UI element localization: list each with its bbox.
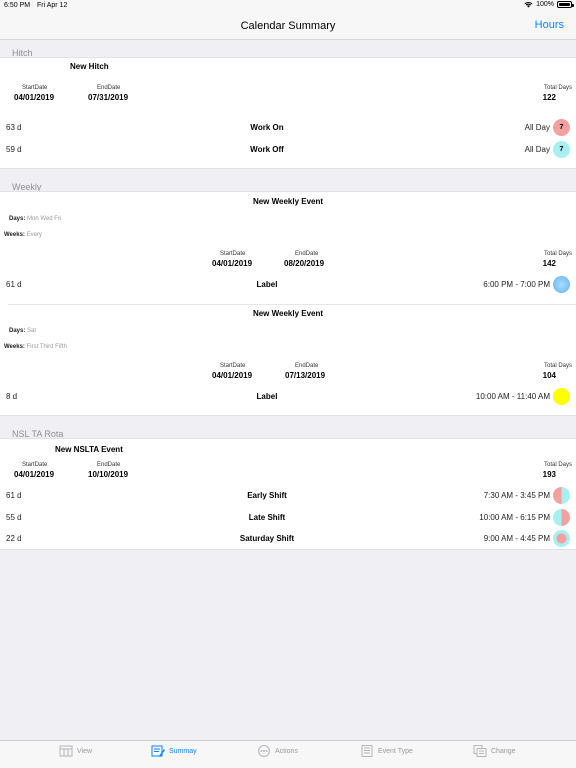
row-time: 7:30 AM - 3:45 PM bbox=[483, 491, 550, 500]
days-line: Days: Mon Wed Fri bbox=[9, 216, 61, 222]
days-value: Sat bbox=[27, 328, 37, 334]
calendar-view-icon bbox=[59, 745, 73, 757]
days-label: Days: bbox=[9, 328, 26, 334]
total-days-value: 104 bbox=[542, 371, 556, 380]
battery-icon bbox=[557, 1, 574, 8]
color-badge: 7 bbox=[553, 119, 570, 136]
summary-edit-icon bbox=[151, 745, 165, 757]
status-right: 100% bbox=[524, 1, 574, 8]
event-name: New Weekly Event bbox=[252, 309, 324, 318]
total-days-value: 142 bbox=[542, 259, 556, 268]
nsl-card: New NSLTA Event StartDate 04/01/2019 End… bbox=[0, 438, 576, 550]
row-count: 22 d bbox=[6, 534, 22, 543]
total-days-value: 122 bbox=[542, 93, 556, 102]
days-label: Days: bbox=[9, 216, 26, 222]
row-label: Early Shift bbox=[247, 491, 287, 500]
row-label: Saturday Shift bbox=[239, 534, 295, 543]
tab-bar: View Summay Actions Event Type Change bbox=[0, 740, 576, 768]
row-time: All Day bbox=[524, 123, 550, 132]
end-date-value: 08/20/2019 bbox=[284, 259, 325, 268]
separator bbox=[8, 304, 576, 305]
start-date-label: StartDate bbox=[220, 251, 246, 257]
weeks-label: Weeks: bbox=[4, 232, 25, 238]
days-line: Days: Sat bbox=[9, 328, 36, 334]
total-days-label: Total Days bbox=[543, 363, 572, 369]
status-bar: 6:50 PM Fri Apr 12 100% bbox=[0, 0, 576, 12]
row-time: 10:00 AM - 6:15 PM bbox=[479, 513, 550, 522]
start-date-label: StartDate bbox=[220, 363, 246, 369]
row-time: All Day bbox=[524, 145, 550, 154]
end-date-label: EndDate bbox=[295, 363, 319, 369]
stacked-docs-icon bbox=[473, 745, 487, 757]
row-label: Work Off bbox=[250, 145, 284, 154]
row-label: Late Shift bbox=[248, 513, 286, 522]
tab-change[interactable]: Change bbox=[473, 745, 516, 757]
shift-split-dot bbox=[553, 487, 570, 504]
row-time: 10:00 AM - 11:40 AM bbox=[475, 392, 550, 401]
ellipsis-circle-icon bbox=[258, 745, 270, 757]
start-date-label: StartDate bbox=[22, 85, 48, 91]
start-date-value: 04/01/2019 bbox=[212, 371, 253, 380]
row-label: Label bbox=[256, 280, 278, 289]
weeks-line: Weeks: First Third Fifth bbox=[4, 344, 67, 350]
weeks-line: Weeks: Every bbox=[4, 232, 42, 238]
start-date-value: 04/01/2019 bbox=[14, 93, 55, 102]
end-date-value: 10/10/2019 bbox=[88, 470, 129, 479]
end-date-value: 07/13/2019 bbox=[285, 371, 326, 380]
shift-split-dot bbox=[553, 509, 570, 526]
row-count: 55 d bbox=[6, 513, 22, 522]
page-title: Calendar Summary bbox=[240, 20, 336, 32]
event-name: New Weekly Event bbox=[252, 197, 324, 206]
status-time: 6:50 PM bbox=[4, 2, 31, 9]
status-date: Fri Apr 12 bbox=[37, 2, 68, 9]
tab-event-type[interactable]: Event Type bbox=[360, 745, 413, 757]
weeks-label: Weeks: bbox=[4, 344, 25, 350]
total-days-label: Total Days bbox=[543, 251, 572, 257]
start-date-label: StartDate bbox=[22, 462, 48, 468]
start-date-value: 04/01/2019 bbox=[212, 259, 253, 268]
row-label: Work On bbox=[250, 123, 284, 132]
tab-label: Change bbox=[491, 747, 516, 755]
tab-label: Event Type bbox=[378, 747, 413, 755]
tab-summary[interactable]: Summay bbox=[151, 745, 197, 757]
end-date-label: EndDate bbox=[97, 462, 121, 468]
row-time: 9:00 AM - 4:45 PM bbox=[483, 534, 550, 543]
weeks-value: Every bbox=[26, 232, 42, 238]
tab-label: Actions bbox=[275, 747, 298, 755]
start-date-value: 04/01/2019 bbox=[14, 470, 55, 479]
end-date-label: EndDate bbox=[97, 85, 121, 91]
tab-view[interactable]: View bbox=[59, 745, 92, 757]
hitch-card: New Hitch StartDate 04/01/2019 EndDate 0… bbox=[0, 57, 576, 169]
row-count: 63 d bbox=[6, 123, 22, 132]
row-count: 61 d bbox=[6, 491, 22, 500]
tab-label: View bbox=[77, 747, 93, 755]
weekly-card: New Weekly Event Days: Mon Wed Fri Weeks… bbox=[0, 191, 576, 416]
end-date-value: 07/31/2019 bbox=[88, 93, 129, 102]
total-days-label: Total Days bbox=[543, 85, 572, 91]
battery-percent: 100% bbox=[536, 1, 554, 8]
tab-actions[interactable]: Actions bbox=[257, 745, 298, 757]
weeks-value: First Third Fifth bbox=[26, 344, 67, 350]
row-count: 8 d bbox=[6, 392, 18, 401]
event-name: New Hitch bbox=[70, 62, 109, 71]
hours-button[interactable]: Hours bbox=[535, 19, 564, 31]
wifi-icon bbox=[524, 1, 533, 8]
nav-bar: Calendar Summary Hours bbox=[0, 12, 576, 40]
row-count: 59 d bbox=[6, 145, 22, 154]
end-date-label: EndDate bbox=[295, 251, 319, 257]
color-badge: 7 bbox=[553, 141, 570, 158]
total-days-label: Total Days bbox=[543, 462, 572, 468]
shift-ring-dot bbox=[553, 530, 570, 547]
row-time: 6:00 PM - 7:00 PM bbox=[483, 280, 550, 289]
color-dot bbox=[553, 388, 570, 405]
tab-label: Summay bbox=[169, 747, 197, 755]
row-label: Label bbox=[256, 392, 278, 401]
list-doc-icon bbox=[361, 745, 373, 757]
total-days-value: 193 bbox=[542, 470, 556, 479]
color-dot bbox=[553, 276, 570, 293]
row-count: 61 d bbox=[6, 280, 22, 289]
days-value: Mon Wed Fri bbox=[27, 216, 62, 222]
event-name: New NSLTA Event bbox=[55, 445, 123, 454]
